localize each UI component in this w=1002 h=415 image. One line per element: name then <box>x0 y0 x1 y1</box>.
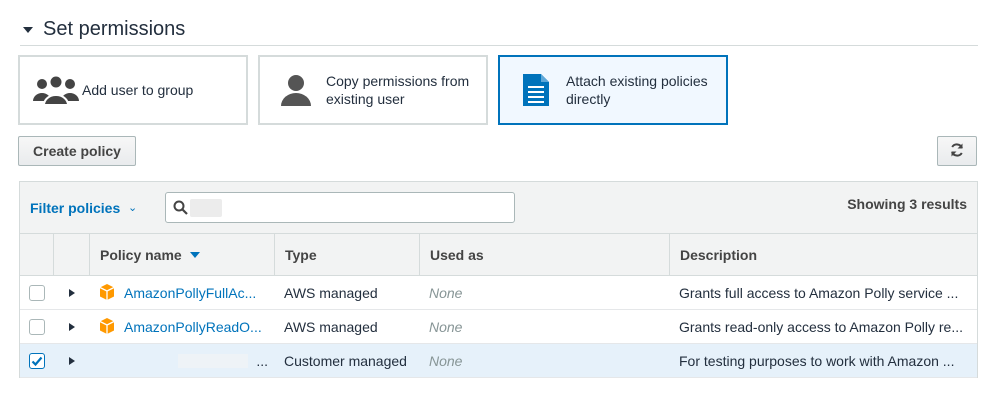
filter-policies-dropdown[interactable]: Filter policies <box>30 200 120 216</box>
user-icon <box>274 70 318 110</box>
section-title: Set permissions <box>43 18 186 40</box>
policy-description: For testing purposes to work with Amazon… <box>679 353 955 369</box>
policy-used-as: None <box>429 353 463 369</box>
table-row[interactable]: AmazonPollyReadO... AWS managed None Gra… <box>20 310 977 344</box>
policy-type: AWS managed <box>284 285 378 301</box>
redacted-policy-name <box>178 354 249 368</box>
header-policy-name-label: Policy name <box>100 247 182 263</box>
sort-desc-icon <box>189 252 200 258</box>
search-input[interactable] <box>165 192 515 223</box>
section-header[interactable]: Set permissions <box>20 14 978 46</box>
table-row[interactable]: ... Customer managed None For testing pu… <box>20 344 977 378</box>
option-copy-permissions[interactable]: Copy permissions from existing user <box>258 55 488 125</box>
aws-box-icon <box>98 283 116 304</box>
policy-used-as: None <box>429 285 463 301</box>
option-label: Copy permissions from existing user <box>326 72 469 108</box>
option-label-line2: existing user <box>326 91 405 107</box>
option-label-line1: Attach existing policies <box>566 73 708 89</box>
table-header: Policy name Type Used as Description <box>20 234 977 276</box>
expand-caret-icon[interactable] <box>69 289 75 297</box>
expand-caret-icon[interactable] <box>69 357 75 365</box>
option-label-line1: Copy permissions from <box>326 73 470 89</box>
policy-name-link[interactable]: AmazonPollyFullAc... <box>124 285 256 301</box>
policy-name-link[interactable]: AmazonPollyReadO... <box>124 319 262 335</box>
option-label: Add user to group <box>82 82 194 98</box>
policy-name-truncated[interactable]: ... <box>256 353 268 369</box>
caret-down-icon[interactable] <box>23 26 33 33</box>
row-checkbox-checked[interactable] <box>29 353 45 369</box>
policy-description: Grants read-only access to Amazon Polly … <box>679 319 964 335</box>
search-value <box>190 199 222 217</box>
option-label-line2: directly <box>566 91 611 107</box>
chevron-down-icon[interactable]: ⌄ <box>128 201 137 214</box>
header-description[interactable]: Description <box>670 234 977 276</box>
header-expand <box>54 234 90 276</box>
option-add-user-to-group[interactable]: Add user to group <box>18 55 248 125</box>
expand-caret-icon[interactable] <box>69 323 75 331</box>
option-attach-policies[interactable]: Attach existing policies directly <box>498 55 728 125</box>
checkmark-icon <box>31 356 43 367</box>
policies-table: Filter policies ⌄ Showing 3 results Poli… <box>19 181 978 378</box>
filter-bar: Filter policies ⌄ Showing 3 results <box>20 182 977 234</box>
search-icon <box>173 200 188 220</box>
header-used-as[interactable]: Used as <box>420 234 670 276</box>
header-type[interactable]: Type <box>275 234 420 276</box>
policy-type: Customer managed <box>284 353 407 369</box>
header-policy-name[interactable]: Policy name <box>90 234 275 276</box>
header-select <box>20 234 54 276</box>
aws-box-icon <box>98 317 116 338</box>
create-policy-button[interactable]: Create policy <box>18 136 136 166</box>
refresh-button[interactable] <box>937 136 977 166</box>
group-icon <box>32 70 80 110</box>
row-checkbox[interactable] <box>29 285 45 301</box>
policy-type: AWS managed <box>284 319 378 335</box>
option-label: Attach existing policies directly <box>566 72 708 108</box>
document-icon <box>514 70 558 110</box>
refresh-icon <box>949 142 965 161</box>
results-count: Showing 3 results <box>847 196 967 212</box>
policy-used-as: None <box>429 319 463 335</box>
row-checkbox[interactable] <box>29 319 45 335</box>
table-row[interactable]: AmazonPollyFullAc... AWS managed None Gr… <box>20 276 977 310</box>
policy-description: Grants full access to Amazon Polly servi… <box>679 285 959 301</box>
